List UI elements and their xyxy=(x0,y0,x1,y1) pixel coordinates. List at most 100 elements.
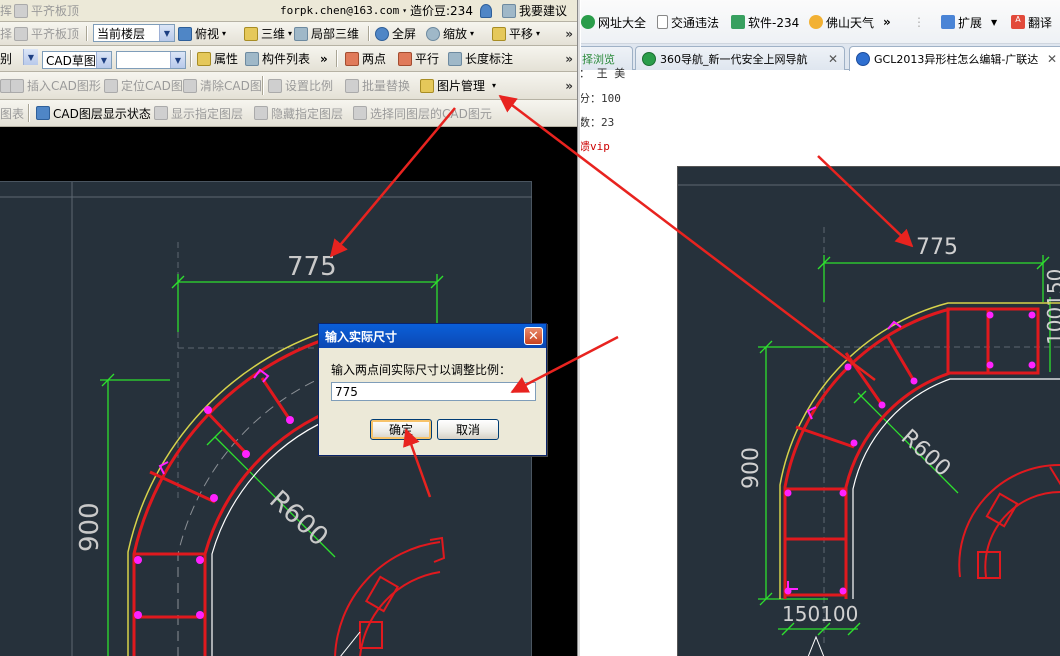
dimension-775-label: 775 xyxy=(916,235,958,260)
align-slab-top-button[interactable]: 平齐板顶 xyxy=(14,0,79,21)
clear-cad-button[interactable]: 清除CAD图 xyxy=(183,72,262,99)
chat-icon xyxy=(502,3,516,18)
suggest-button[interactable]: 我要建议 xyxy=(502,0,567,21)
view-button[interactable]: 俯视 ▾ xyxy=(178,22,226,45)
translate-button[interactable]: A 翻译 xyxy=(1011,12,1052,32)
3d-button[interactable]: 三维 ▾ xyxy=(244,22,292,45)
cancel-button[interactable]: 取消 xyxy=(437,419,499,440)
ie-icon xyxy=(856,52,870,66)
locate-cad-button[interactable]: 定位CAD图 xyxy=(104,72,183,99)
software-icon xyxy=(731,15,745,29)
insert-cad-button[interactable]: 插入CAD图形 xyxy=(10,72,101,99)
overflow-chevron[interactable]: » xyxy=(565,46,573,71)
dimension-bottom-label: 150100 xyxy=(782,602,858,626)
select-layer-icon xyxy=(353,106,367,120)
cad-application: 挥 平齐板顶 forpk.chen@163.com ▾ 造价豆:234 我要建议 … xyxy=(0,0,577,656)
fullscreen-icon xyxy=(375,26,389,41)
prefix-label: 别 xyxy=(0,52,13,66)
tab-gcl-article[interactable]: GCL2013异形柱怎么编辑-广联达 ✕ xyxy=(849,46,1060,71)
zoom-button[interactable]: 缩放 ▾ xyxy=(426,22,474,45)
hand-icon xyxy=(492,26,506,41)
batch-replace-button[interactable]: 批量替换 xyxy=(345,72,410,99)
radius-label: R600 xyxy=(263,485,333,553)
parallel-icon xyxy=(398,51,412,66)
partial-3d-icon xyxy=(294,26,308,41)
fullscreen-button[interactable]: 全屏 xyxy=(375,22,416,45)
two-point-button[interactable]: 两点 xyxy=(345,46,386,71)
size-input[interactable] xyxy=(331,382,536,401)
separator xyxy=(262,76,264,95)
dialog-title: 输入实际尺寸 xyxy=(325,329,398,344)
bell-icon[interactable] xyxy=(480,0,492,21)
favorite-software[interactable]: 软件-234 xyxy=(731,12,799,32)
clear-icon xyxy=(183,78,197,93)
ok-button[interactable]: 确定 xyxy=(370,419,432,440)
tab-360-nav[interactable]: 360导航_新一代安全上网导航 ✕ xyxy=(635,46,845,70)
cube-icon xyxy=(178,26,192,41)
account-bar: 挥 平齐板顶 forpk.chen@163.com ▾ 造价豆:234 我要建议 xyxy=(0,0,577,22)
magnifier-icon xyxy=(426,26,440,41)
account-email[interactable]: forpk.chen@163.com ▾ xyxy=(280,0,407,21)
show-layer-button[interactable]: 显示指定图层 xyxy=(154,100,243,126)
properties-button[interactable]: 属性 xyxy=(197,46,238,71)
floor-select[interactable]: 当前楼层 ▼ xyxy=(93,24,175,42)
separator xyxy=(336,50,338,67)
page-line-vip[interactable]: 馈vip xyxy=(581,138,610,154)
two-point-icon xyxy=(345,51,359,66)
dimension-775-label: 775 xyxy=(287,252,337,282)
article-cad-image: 775 900 R600 150100 100150 xyxy=(677,166,1060,656)
layer-status-button[interactable]: CAD图层显示状态 xyxy=(36,100,151,126)
prev-text: 择 xyxy=(0,27,13,41)
360-icon xyxy=(642,51,656,66)
cad-layer-select[interactable]: CAD草图 ▼ xyxy=(42,51,112,69)
favorite-weather[interactable]: 佛山天气 xyxy=(809,12,874,32)
hide-layer-button[interactable]: 隐藏指定图层 xyxy=(254,100,343,126)
insert-icon xyxy=(10,78,24,93)
chevron-down-icon: ▼ xyxy=(170,52,185,68)
overflow-chevron[interactable]: » xyxy=(320,46,328,71)
component-select[interactable]: ▼ xyxy=(116,51,186,69)
close-tab-icon[interactable]: ✕ xyxy=(828,52,838,66)
cad-drawing-screenshot: 775 900 R600 150100 100150 xyxy=(678,184,1060,656)
3d-icon xyxy=(244,26,258,41)
separator xyxy=(28,104,30,122)
browser-window: 网址大全 交通违法 软件-234 佛山天气 » ⋮ 扩展 ▼ A 翻译 择浏览 36… xyxy=(581,0,1060,656)
favorites-more[interactable]: » xyxy=(883,12,891,32)
page-icon xyxy=(657,15,668,29)
scale-icon xyxy=(268,78,282,93)
hide-layer-icon xyxy=(254,106,268,120)
view-toolbar: 择 平齐板顶 当前楼层 ▼ 俯视 ▾ 三维 ▾ 局部三维 全屏 缩放 ▾ 平移 ▾ » xyxy=(0,22,577,46)
parallel-button[interactable]: 平行 xyxy=(398,46,439,71)
overflow-chevron[interactable]: » xyxy=(565,22,573,45)
separator xyxy=(368,26,370,41)
pan-button[interactable]: 平移 ▾ xyxy=(492,22,540,45)
extensions-button[interactable]: 扩展 ▼ xyxy=(941,12,997,32)
length-dimension-button[interactable]: 长度标注 xyxy=(448,46,513,71)
align-icon xyxy=(14,3,28,18)
page-line-count: 数：23 xyxy=(581,116,615,129)
list-icon xyxy=(245,51,259,66)
bar-prefix: 挥 xyxy=(0,4,13,18)
close-tab-icon[interactable]: ✕ xyxy=(1047,52,1057,66)
prefix-dropdown[interactable]: ▼ xyxy=(18,49,38,67)
overflow-chevron[interactable]: » xyxy=(565,72,573,99)
align-icon xyxy=(14,26,28,41)
translate-icon: A xyxy=(1011,15,1025,29)
dialog-titlebar[interactable]: 输入实际尺寸 ✕ xyxy=(319,324,546,348)
dimension-icon xyxy=(448,51,462,66)
close-icon[interactable]: ✕ xyxy=(524,327,543,345)
sun-icon xyxy=(809,15,823,29)
grid-icon xyxy=(941,15,955,29)
favorite-site-nav[interactable]: 网址大全 xyxy=(581,12,646,32)
set-scale-button[interactable]: 设置比例 xyxy=(268,72,333,99)
component-list-button[interactable]: 构件列表 xyxy=(245,46,310,71)
layer-toolbar: 图表 CAD图层显示状态 显示指定图层 隐藏指定图层 选择同图层的CAD图元 xyxy=(0,100,577,127)
image-manage-button[interactable]: 图片管理 ▾ xyxy=(420,72,496,99)
select-same-layer-button[interactable]: 选择同图层的CAD图元 xyxy=(353,100,492,126)
chevron-down-icon: ▼ xyxy=(159,25,174,41)
page-line-score: 分：100 xyxy=(581,92,621,105)
favorite-traffic[interactable]: 交通违法 xyxy=(657,12,719,32)
align-slab-top[interactable]: 平齐板顶 xyxy=(14,22,79,45)
partial-3d-button[interactable]: 局部三维 xyxy=(294,22,359,45)
image-icon xyxy=(420,78,434,93)
